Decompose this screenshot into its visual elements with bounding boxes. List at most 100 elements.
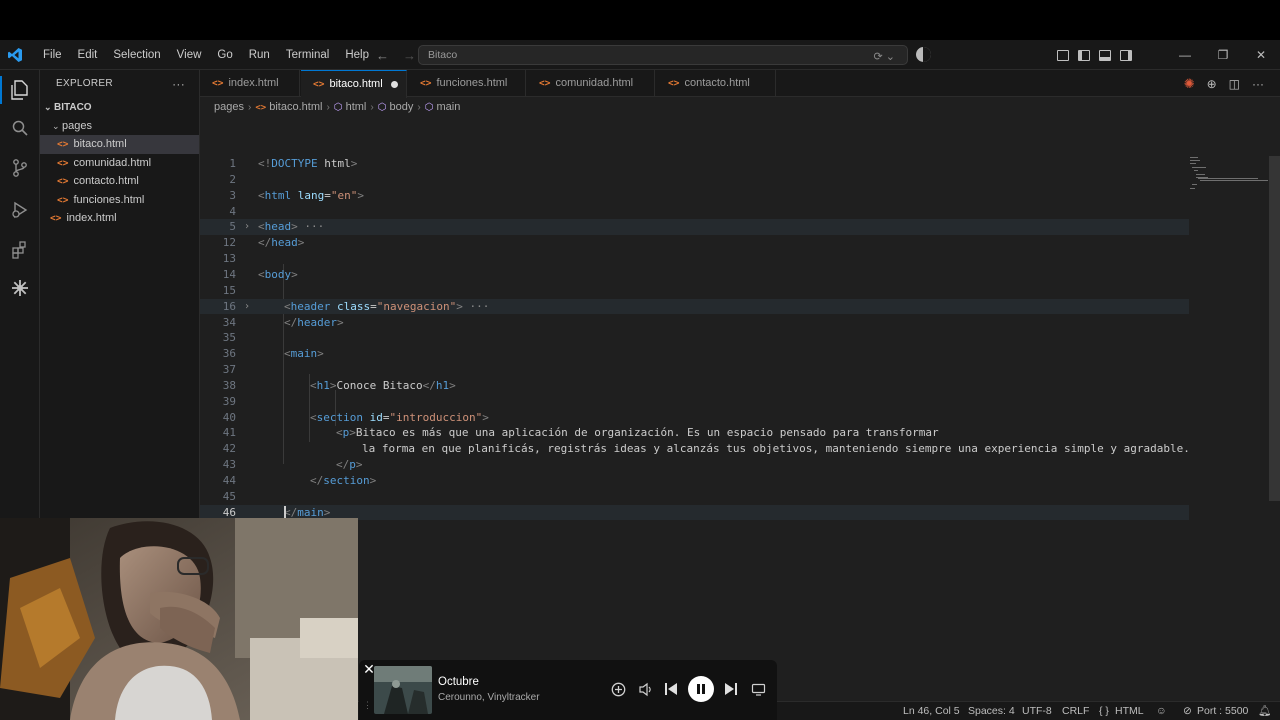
breadcrumb-file[interactable]: bitaco.html <box>269 101 322 113</box>
more-actions-icon[interactable]: ··· <box>172 70 185 98</box>
webcam-overlay <box>0 518 358 720</box>
live-server-icon[interactable]: ✺ <box>1184 76 1195 92</box>
fold-chevron-icon[interactable]: › <box>244 219 250 235</box>
menu-terminal[interactable]: Terminal <box>278 40 337 70</box>
code-line[interactable]: 3 <html lang="en"> <box>200 188 1200 204</box>
command-center-text: Bitaco <box>428 49 458 61</box>
broadcast-icon: ⊘ <box>1183 705 1192 717</box>
code-line[interactable]: 34 </header> <box>200 315 1200 331</box>
code-line[interactable]: 5 › <head> ··· <box>200 219 1189 236</box>
code-line[interactable]: 1 <!DOCTYPE html> <box>200 156 1200 172</box>
next-track-icon[interactable] <box>721 679 741 699</box>
minimap[interactable] <box>1188 156 1270 196</box>
breadcrumb-html[interactable]: html <box>346 101 367 113</box>
tab-contacto[interactable]: <> contacto.html <box>656 70 776 97</box>
encoding[interactable]: UTF-8 <box>1022 702 1052 720</box>
fold-chevron-icon[interactable]: › <box>244 299 250 315</box>
menu-edit[interactable]: Edit <box>70 40 106 70</box>
toggle-sidebar-icon[interactable] <box>1078 49 1090 61</box>
code-line[interactable]: 35 <box>200 330 1200 346</box>
previous-track-icon[interactable] <box>661 679 681 699</box>
close-window-icon[interactable]: ✕ <box>1242 40 1280 70</box>
tree-file-comunidad[interactable]: <> comunidad.html <box>40 154 199 173</box>
html-file-icon: <> <box>668 78 680 89</box>
live-share-icon[interactable] <box>8 276 32 300</box>
menu-file[interactable]: File <box>35 40 70 70</box>
restore-icon[interactable]: ❐ <box>1204 40 1242 70</box>
connect-device-icon[interactable] <box>748 679 768 699</box>
breadcrumb-main[interactable]: main <box>437 101 461 113</box>
breadcrumb-body[interactable]: body <box>390 101 414 113</box>
minimize-icon[interactable]: — <box>1166 40 1204 70</box>
file-label: contacto.html <box>73 175 139 187</box>
language-mode[interactable]: HTML <box>1115 702 1144 720</box>
more-actions-icon[interactable]: ··· <box>1252 77 1264 91</box>
code-line[interactable]: 13 <box>200 251 1200 267</box>
add-to-library-icon[interactable] <box>608 679 628 699</box>
track-title: Octubre <box>438 676 479 688</box>
menu-view[interactable]: View <box>169 40 210 70</box>
source-control-icon[interactable] <box>8 156 32 180</box>
pause-button[interactable] <box>688 676 714 702</box>
tree-file-bitaco[interactable]: <> bitaco.html <box>40 135 199 154</box>
code-line[interactable]: 16 › <header class="navegacion"> ··· <box>200 298 1189 315</box>
tab-comunidad[interactable]: <> comunidad.html <box>527 70 655 97</box>
forward-arrow-icon[interactable]: → <box>403 48 416 63</box>
notifications-icon[interactable]: 🔔︎ <box>1258 702 1271 720</box>
code-line[interactable]: 12 </head> <box>200 235 1200 251</box>
open-preview-icon[interactable]: ⊕ <box>1207 77 1217 91</box>
code-line[interactable]: 37 <box>200 362 1200 378</box>
unsaved-dot-icon[interactable] <box>390 80 398 88</box>
line-number: 12 <box>222 236 236 250</box>
run-debug-icon[interactable] <box>8 198 32 222</box>
tree-file-contacto[interactable]: <> contacto.html <box>40 172 199 191</box>
code-line[interactable]: 42 la forma en que planificás, registrás … <box>200 441 1200 457</box>
code-text: <body> <box>258 267 298 281</box>
command-center-search[interactable]: Bitaco ⟳ ⌄ <box>418 45 908 65</box>
menu-go[interactable]: Go <box>209 40 240 70</box>
cursor-position[interactable]: Ln 46, Col 5 <box>903 702 960 720</box>
editor-scrollbar[interactable] <box>1269 156 1280 501</box>
tab-funciones[interactable]: <> funciones.html <box>408 70 526 97</box>
indentation[interactable]: Spaces: 4 <box>968 702 1015 720</box>
copilot-icon[interactable] <box>916 47 931 62</box>
copilot-chat-icon[interactable]: ⟳ ⌄ <box>874 48 896 66</box>
customize-layout-icon[interactable] <box>1057 49 1069 61</box>
code-editor[interactable]: 1 <!DOCTYPE html> 2 3 <html lang="en"> 4 5 › <he… <box>200 116 1280 716</box>
tab-bitaco[interactable]: <> bitaco.html <box>301 70 407 98</box>
code-line[interactable]: 45 <box>200 489 1200 505</box>
editor-actions: ✺ ⊕ ◫ ··· <box>1184 70 1264 97</box>
code-line[interactable]: 15 <box>200 283 1200 299</box>
tree-folder-pages[interactable]: ⌄ pages <box>40 117 199 136</box>
code-line[interactable]: 39 <box>200 394 1200 410</box>
element-icon: ⬡ <box>424 102 434 113</box>
back-arrow-icon[interactable]: ← <box>376 48 389 63</box>
code-line[interactable]: 14 <body> <box>200 267 1200 283</box>
live-server-port[interactable]: Port : 5500 <box>1197 702 1248 720</box>
menu-help[interactable]: Help <box>337 40 377 70</box>
code-line[interactable]: 2 <box>200 172 1200 188</box>
code-line[interactable]: 38 <h1>Conoce Bitaco</h1> <box>200 378 1200 394</box>
line-ending[interactable]: CRLF <box>1062 702 1089 720</box>
toggle-secondary-sidebar-icon[interactable] <box>1120 49 1132 61</box>
explorer-icon[interactable] <box>8 78 32 102</box>
code-line[interactable]: 40 <section id="introduccion"> <box>200 410 1200 426</box>
audio-output-icon[interactable] <box>635 679 655 699</box>
tree-root-folder[interactable]: ⌄ BITACO <box>40 98 199 117</box>
menu-run[interactable]: Run <box>241 40 278 70</box>
code-line[interactable]: 41 <p>Bitaco es más que una aplicación de… <box>200 425 1200 441</box>
tree-file-funciones[interactable]: <> funciones.html <box>40 191 199 210</box>
toggle-panel-icon[interactable] <box>1099 49 1111 61</box>
tree-file-index[interactable]: <> index.html <box>40 209 199 228</box>
tab-index[interactable]: <> index.html <box>200 70 300 97</box>
breadcrumb-folder[interactable]: pages <box>214 101 244 113</box>
code-line[interactable]: 44 </section> <box>200 473 1200 489</box>
code-line[interactable]: 36 <main> <box>200 346 1200 362</box>
copilot-status-icon[interactable]: ☺ <box>1156 702 1167 720</box>
extensions-icon[interactable] <box>8 238 32 262</box>
code-line[interactable]: 43 </p> <box>200 457 1200 473</box>
menu-selection[interactable]: Selection <box>105 40 168 70</box>
code-line[interactable]: 4 <box>200 204 1200 220</box>
search-icon[interactable] <box>8 116 32 140</box>
split-editor-icon[interactable]: ◫ <box>1229 77 1240 91</box>
